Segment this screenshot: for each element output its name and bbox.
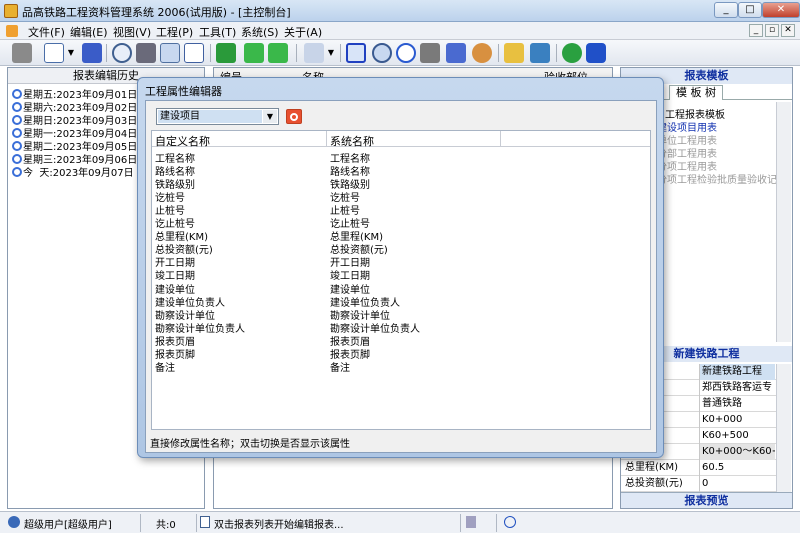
mdi-close-button[interactable]: ✕ — [781, 24, 795, 37]
menu-bar: 文件(F) 编辑(E) 视图(V) 工程(P) 工具(T) 系统(S) 关于(A… — [0, 22, 800, 40]
col-system-name[interactable]: 系统名称 — [330, 133, 374, 149]
refresh-icon[interactable] — [216, 43, 236, 63]
clock-icon — [12, 167, 22, 177]
mdi-restore-button[interactable]: ▫ — [765, 24, 779, 37]
dialog-body: 建设项目 ▼ 自定义名称 系统名称 工程名称 工程名称 路线名称 路线名称 铁路级别 铁路… — [145, 100, 657, 453]
move-down-icon[interactable] — [268, 43, 288, 63]
report-view-icon[interactable] — [346, 43, 366, 63]
category-select[interactable]: 建设项目 ▼ — [156, 108, 279, 125]
import-icon[interactable] — [530, 43, 550, 63]
dropdown-arrow-icon[interactable]: ▼ — [326, 43, 336, 63]
mdi-minimize-button[interactable]: _ — [749, 24, 763, 37]
menu-system[interactable]: 系统(S) — [241, 24, 279, 40]
menu-about[interactable]: 关于(A) — [284, 24, 322, 40]
clock-icon — [12, 115, 22, 125]
menu-file[interactable]: 文件(F) — [28, 24, 65, 40]
col-custom-name[interactable]: 自定义名称 — [155, 133, 210, 149]
users-icon[interactable] — [472, 43, 492, 63]
apply-icon — [290, 113, 298, 121]
stop-icon[interactable] — [420, 43, 440, 63]
status-bar: 超级用户[超级用户] 共:0 双击报表列表开始编辑报表... — [0, 511, 800, 533]
chevron-down-icon[interactable]: ▼ — [263, 110, 277, 123]
export-icon[interactable] — [504, 43, 524, 63]
user-icon — [8, 516, 20, 528]
dropdown-arrow-icon[interactable]: ▼ — [66, 43, 76, 63]
new-document-icon[interactable] — [44, 43, 64, 63]
history-item[interactable]: 今 天:2023年09月07日 — [12, 164, 134, 179]
category-select-value: 建设项目 — [158, 110, 262, 123]
app-icon — [4, 4, 18, 18]
report-preview-button[interactable]: 报表预览 — [621, 492, 792, 508]
save-icon[interactable] — [82, 43, 102, 63]
minimize-button[interactable]: _ — [714, 2, 738, 18]
edit-icon — [466, 516, 476, 528]
property-editor-dialog: 工程属性编辑器 建设项目 ▼ 自定义名称 系统名称 工程名称 工程名称 路线名称 路线… — [137, 77, 664, 458]
menu-project[interactable]: 工程(P) — [156, 24, 193, 40]
move-up-icon[interactable] — [244, 43, 264, 63]
menu-app-icon — [6, 25, 18, 37]
dialog-hint: 直接修改属性名称；双击切换是否显示该属性 — [150, 439, 350, 450]
status-tip: 双击报表列表开始编辑报表... — [214, 520, 344, 531]
help-icon[interactable] — [562, 43, 582, 63]
print-preview-icon[interactable] — [112, 43, 132, 63]
window-titlebar: 品高铁路工程资料管理系统 2006(试用版) - [主控制台] _ □ ✕ — [0, 0, 800, 22]
history-clock-icon[interactable] — [396, 43, 416, 63]
clock-icon — [12, 102, 22, 112]
property-row[interactable]: 总投资额(元) 0 — [621, 476, 777, 492]
copy-icon[interactable] — [160, 43, 180, 63]
grid-header: 自定义名称 系统名称 — [152, 131, 650, 149]
window-title: 品高铁路工程资料管理系统 2006(试用版) - [主控制台] — [22, 6, 291, 19]
clock-icon — [12, 89, 22, 99]
search-icon[interactable] — [372, 43, 392, 63]
delete-icon[interactable] — [184, 43, 204, 63]
clock-icon — [12, 141, 22, 151]
clock-icon — [12, 128, 22, 138]
menu-tools[interactable]: 工具(T) — [199, 24, 236, 40]
tree-scrollbar[interactable] — [776, 102, 791, 342]
grid-cell-custom[interactable]: 备注 — [155, 359, 175, 374]
edit-pen-icon[interactable] — [304, 43, 324, 63]
apply-button[interactable] — [286, 109, 302, 124]
toolbar: ▼ ▼ — [0, 40, 800, 66]
property-grid[interactable]: 自定义名称 系统名称 工程名称 工程名称 路线名称 路线名称 铁路级别 铁路级别 讫桩号 讫桩… — [151, 130, 651, 430]
tools-icon[interactable] — [446, 43, 466, 63]
close-button[interactable]: ✕ — [762, 2, 800, 18]
dialog-title: 工程属性编辑器 — [145, 85, 222, 98]
status-user: 超级用户[超级用户] — [24, 520, 112, 531]
properties-scrollbar[interactable] — [776, 364, 791, 492]
menu-edit[interactable]: 编辑(E) — [70, 24, 108, 40]
status-count: 共:0 — [156, 520, 176, 531]
menu-view[interactable]: 视图(V) — [113, 24, 151, 40]
clock-icon — [12, 154, 22, 164]
open-folder-icon[interactable] — [12, 43, 32, 63]
grid-cell-system: 备注 — [330, 362, 350, 374]
tree-item[interactable]: 分项工程检验批质量验收记录 — [657, 171, 787, 186]
document-icon — [200, 516, 210, 528]
property-row[interactable]: 总里程(KM) 60.5 — [621, 460, 777, 476]
print-icon[interactable] — [136, 43, 156, 63]
tab-template-tree[interactable]: 模 板 树 — [669, 85, 723, 100]
about-icon[interactable] — [586, 43, 606, 63]
info-icon — [504, 516, 516, 528]
maximize-button[interactable]: □ — [738, 2, 762, 18]
